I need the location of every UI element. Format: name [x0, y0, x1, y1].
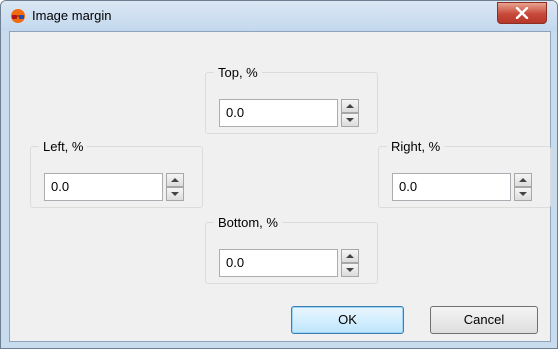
bottom-margin-label: Bottom, %	[214, 215, 282, 230]
top-margin-spinner	[341, 99, 359, 127]
arrow-up-icon	[171, 178, 179, 182]
left-margin-group: Left, % 0.0	[30, 139, 203, 208]
close-button[interactable]	[497, 2, 547, 24]
left-margin-input[interactable]: 0.0	[44, 173, 163, 201]
top-margin-group: Top, % 0.0	[205, 65, 378, 134]
right-margin-label: Right, %	[387, 139, 445, 154]
bottom-margin-value: 0.0	[226, 255, 245, 270]
top-margin-value: 0.0	[226, 105, 245, 120]
left-margin-spinner	[166, 173, 184, 201]
left-margin-value: 0.0	[51, 179, 70, 194]
top-margin-label: Top, %	[214, 65, 262, 80]
arrow-up-icon	[346, 104, 354, 108]
arrow-up-icon	[346, 254, 354, 258]
right-margin-decrement-button[interactable]	[514, 187, 532, 201]
right-margin-value: 0.0	[399, 179, 418, 194]
top-margin-decrement-button[interactable]	[341, 113, 359, 127]
left-margin-label: Left, %	[39, 139, 88, 154]
title-bar: Image margin	[1, 1, 557, 31]
top-margin-input[interactable]: 0.0	[219, 99, 338, 127]
ok-button[interactable]: OK	[291, 306, 404, 334]
right-margin-group: Right, % 0.0	[378, 139, 551, 208]
right-margin-increment-button[interactable]	[514, 173, 532, 187]
bottom-margin-decrement-button[interactable]	[341, 263, 359, 277]
bottom-margin-input[interactable]: 0.0	[219, 249, 338, 277]
cancel-button[interactable]: Cancel	[430, 306, 538, 334]
top-margin-increment-button[interactable]	[341, 99, 359, 113]
glasses-icon	[10, 8, 26, 24]
close-icon	[515, 7, 529, 19]
left-margin-decrement-button[interactable]	[166, 187, 184, 201]
right-margin-input[interactable]: 0.0	[392, 173, 511, 201]
window-title: Image margin	[32, 8, 112, 23]
bottom-margin-group: Bottom, % 0.0	[205, 215, 378, 284]
arrow-up-icon	[519, 178, 527, 182]
arrow-down-icon	[519, 192, 527, 196]
arrow-down-icon	[346, 118, 354, 122]
right-margin-spinner	[514, 173, 532, 201]
left-margin-increment-button[interactable]	[166, 173, 184, 187]
bottom-margin-increment-button[interactable]	[341, 249, 359, 263]
dialog-body: Top, % 0.0 Left, % 0.0 Right, % 0.0 Bott…	[9, 31, 551, 342]
dialog-window: Image margin Top, % 0.0 Left, % 0.0 Righ…	[0, 0, 558, 349]
arrow-down-icon	[346, 268, 354, 272]
bottom-margin-spinner	[341, 249, 359, 277]
arrow-down-icon	[171, 192, 179, 196]
